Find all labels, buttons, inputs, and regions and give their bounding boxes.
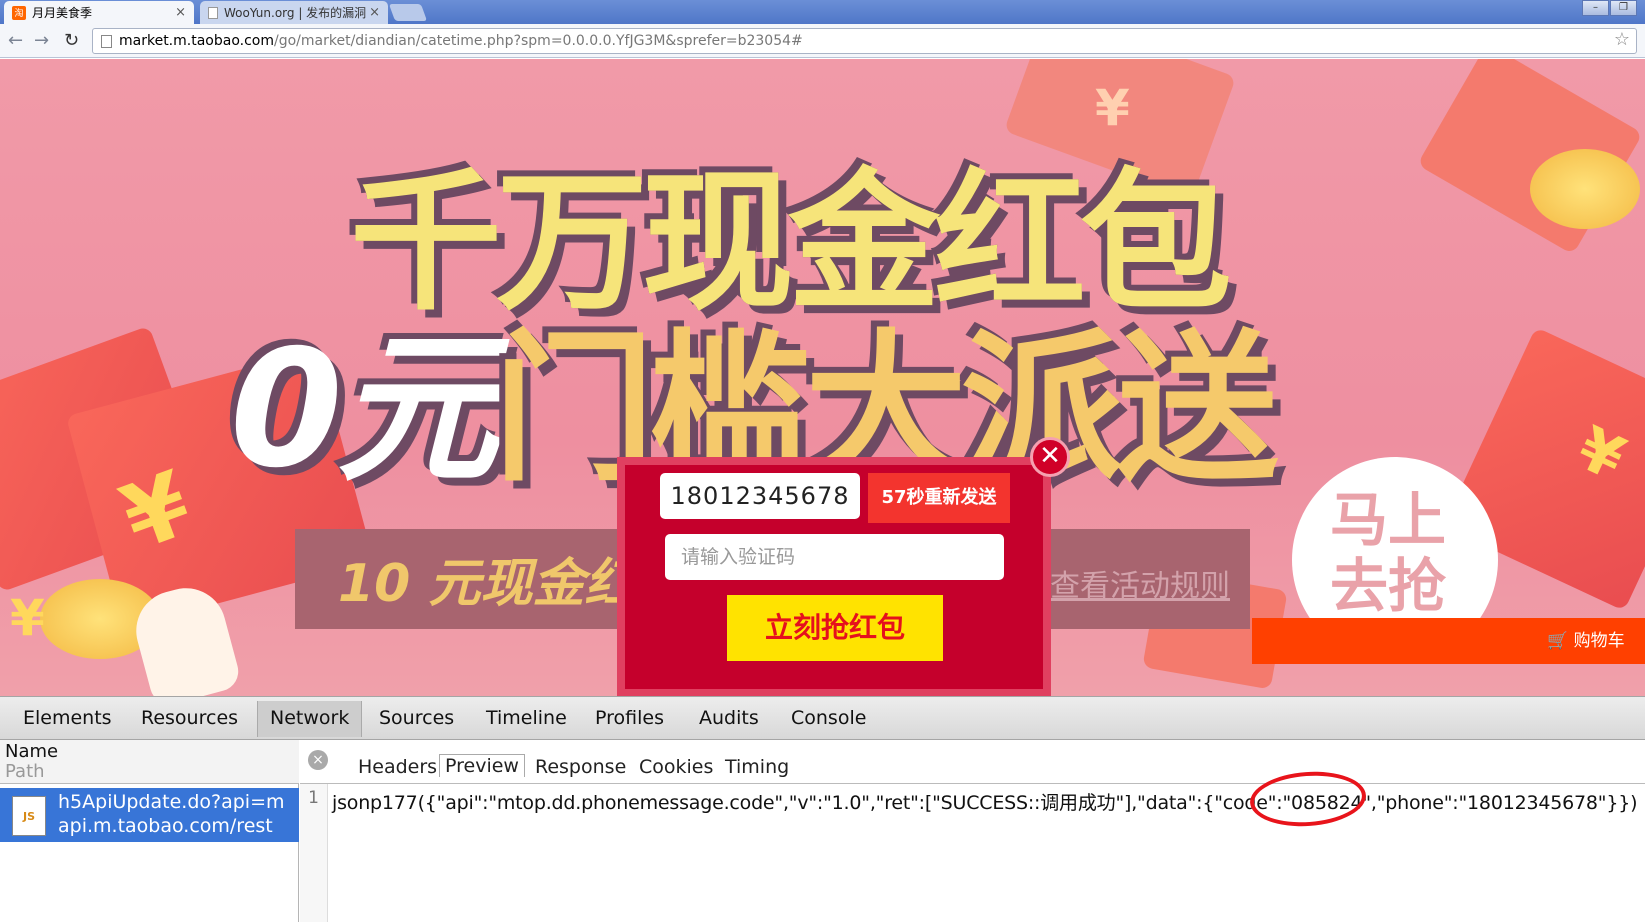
tab-audits[interactable]: Audits (699, 707, 759, 729)
tab-wooyun[interactable]: WooYun.org | 发布的漏洞 × (200, 1, 388, 24)
phone-field[interactable]: 18012345678 (660, 473, 860, 519)
web-page: ¥ ¥ ¥ ¥ 千万现金红包 0元门槛大派送 10 元现金红 查看活动规则 马上… (0, 59, 1645, 696)
cart-label: 购物车 (1573, 631, 1625, 651)
detail-tab-bar: × Headers Preview Response Cookies Timin… (300, 740, 1645, 784)
page-favicon-icon (208, 6, 218, 19)
tab-timeline[interactable]: Timeline (486, 707, 567, 729)
tab-close-icon[interactable]: × (175, 5, 186, 20)
tab-yueyue[interactable]: 淘 月月美食季 × (4, 1, 194, 24)
restore-icon[interactable]: ❐ (1610, 0, 1637, 16)
verification-code-input[interactable]: 请输入验证码 (665, 534, 1004, 580)
back-icon[interactable]: ← (8, 30, 23, 51)
path-column-header: Path (5, 761, 45, 782)
close-icon[interactable]: × (308, 750, 328, 770)
tab-timing[interactable]: Timing (725, 756, 789, 778)
banner-text: 10 元现金红 (338, 554, 637, 614)
name-column-header: Name (5, 741, 59, 762)
response-preview-text: jsonp177({"api":"mtop.dd.phonemessage.co… (332, 792, 1638, 814)
tab-elements[interactable]: Elements (23, 707, 112, 729)
yen-icon: ¥ (10, 589, 45, 647)
tab-response[interactable]: Response (535, 756, 626, 778)
column-header[interactable]: Name Path (0, 740, 299, 784)
request-path: api.m.taobao.com/rest (58, 815, 273, 837)
grab-badge-text: 马上去抢 (1330, 486, 1447, 620)
address-path: /go/market/diandian/catetime.php?spm=0.0… (274, 33, 803, 49)
tab-title: WooYun.org | 发布的漏洞 (224, 6, 367, 20)
new-tab-button[interactable] (388, 4, 428, 21)
rules-link[interactable]: 查看活动规则 (1050, 561, 1230, 605)
taobao-favicon-icon: 淘 (12, 5, 26, 20)
tab-title: 月月美食季 (32, 6, 93, 20)
browser-toolbar: ← → ↻ market.m.taobao.com/go/market/dian… (0, 24, 1645, 58)
request-row[interactable]: JS h5ApiUpdate.do?api=m api.m.taobao.com… (0, 788, 299, 842)
close-icon[interactable]: ✕ (1030, 437, 1070, 477)
address-host: market.m.taobao.com (119, 33, 274, 49)
cart-bar[interactable]: 🛒 购物车 (1252, 618, 1645, 664)
minimize-icon[interactable]: – (1582, 0, 1609, 16)
grab-red-packet-button[interactable]: 立刻抢红包 (727, 595, 943, 661)
cart-icon: 🛒 (1547, 631, 1569, 651)
tab-preview[interactable]: Preview (439, 754, 525, 777)
request-detail-pane: × Headers Preview Response Cookies Timin… (300, 740, 1645, 922)
resend-code-button[interactable]: 57秒重新发送 (868, 473, 1010, 523)
gold-coin-decoration (1530, 149, 1640, 229)
tab-headers[interactable]: Headers (358, 756, 437, 778)
tab-network[interactable]: Network (257, 701, 363, 737)
tab-sources[interactable]: Sources (379, 707, 454, 729)
address-bar[interactable]: market.m.taobao.com/go/market/diandian/c… (92, 28, 1637, 54)
request-name: h5ApiUpdate.do?api=m (58, 791, 285, 813)
browser-tab-strip: 淘 月月美食季 × WooYun.org | 发布的漏洞 × – ❐ (0, 0, 1645, 24)
headline-zero: 0元 (230, 316, 499, 504)
line-number: 1 (300, 784, 328, 922)
tab-cookies[interactable]: Cookies (639, 756, 713, 778)
tab-close-icon[interactable]: × (369, 5, 380, 20)
js-file-icon: JS (12, 796, 46, 836)
tab-profiles[interactable]: Profiles (595, 707, 664, 729)
tab-console[interactable]: Console (791, 707, 866, 729)
page-icon (101, 35, 112, 48)
bookmark-star-icon[interactable]: ☆ (1614, 29, 1630, 52)
devtools-tab-bar: Elements Resources Network Sources Timel… (0, 696, 1645, 740)
reload-icon[interactable]: ↻ (64, 30, 79, 51)
tab-resources[interactable]: Resources (141, 707, 238, 729)
network-request-list: Name Path JS h5ApiUpdate.do?api=m api.m.… (0, 740, 299, 922)
forward-icon[interactable]: → (34, 30, 49, 51)
